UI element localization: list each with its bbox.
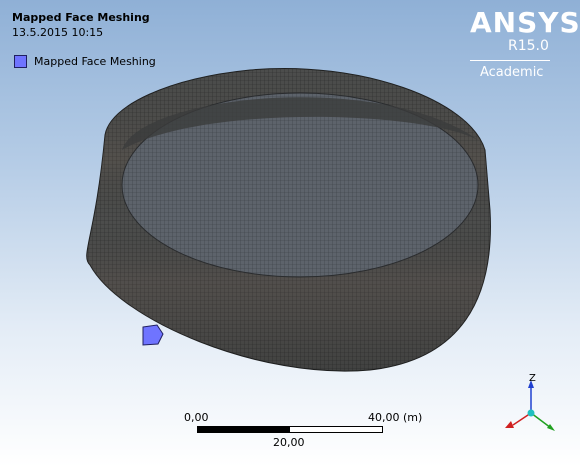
scale-right-label: 40,00 (m) [368, 411, 423, 424]
axis-triad[interactable]: Z [505, 373, 555, 431]
graphics-viewport[interactable]: Mapped Face Meshing 13.5.2015 10:15 Mapp… [0, 0, 580, 467]
scale-left-label: 0,00 [184, 411, 209, 424]
scale-mid-label: 20,00 [273, 436, 305, 449]
mesh-model[interactable]: Z [0, 0, 580, 467]
selected-face-marker [142, 324, 164, 346]
scale-bar [197, 426, 383, 433]
axis-z-label: Z [529, 373, 536, 384]
